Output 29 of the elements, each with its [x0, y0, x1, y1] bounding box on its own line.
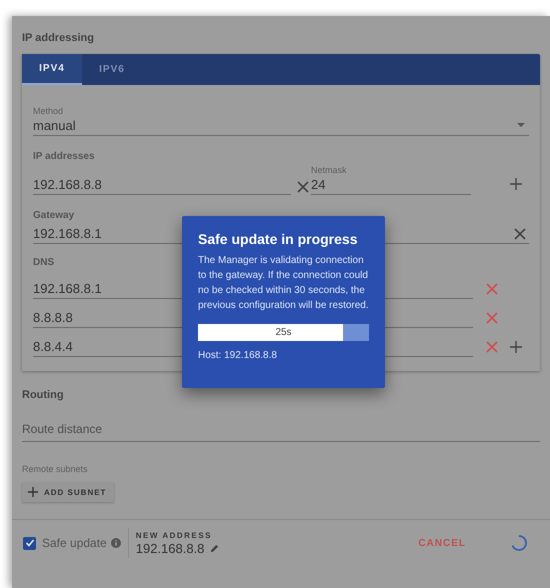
add-icon[interactable] — [510, 340, 522, 352]
checkbox[interactable] — [23, 536, 36, 550]
info-icon[interactable] — [110, 538, 121, 548]
field-group-label: Gateway — [33, 209, 74, 223]
tab[interactable]: IPV4 — [22, 54, 82, 85]
tab[interactable]: IPV6 — [82, 54, 142, 85]
add-subnet-button[interactable]: ADD SUBNET — [22, 482, 114, 502]
safe-update-label: Safe update — [42, 536, 107, 550]
clear-icon[interactable] — [297, 181, 309, 193]
plus-icon — [28, 487, 38, 497]
route-distance-field[interactable]: Route distance — [22, 421, 540, 442]
section-title: Routing — [21, 388, 64, 403]
remote-subnets-label: Remote subnets — [22, 464, 88, 474]
field-group-label: DNS — [33, 256, 54, 270]
netmask-field[interactable]: Netmask 24 — [311, 164, 471, 195]
progress-reading: 25s — [274, 326, 293, 340]
dialog-title: Safe update in progress — [198, 230, 358, 248]
new-address-value: 192.168.8.8 — [136, 541, 204, 556]
pencil-icon[interactable] — [210, 544, 220, 553]
loading-spinner-icon — [510, 534, 528, 552]
dropdown-caret-icon — [517, 123, 525, 127]
ip-address-field[interactable]: 192.168.8.8 — [33, 173, 291, 195]
host-label: Host: 192.168.8.8 — [198, 350, 277, 361]
method-select[interactable]: Method manual — [33, 105, 529, 136]
clear-icon[interactable] — [514, 228, 526, 240]
field-group-label: IP addresses — [33, 150, 95, 164]
section-title: IP addressing — [21, 31, 94, 46]
new-address-label: NEW ADDRESS — [136, 530, 213, 541]
add-icon[interactable] — [510, 178, 522, 190]
